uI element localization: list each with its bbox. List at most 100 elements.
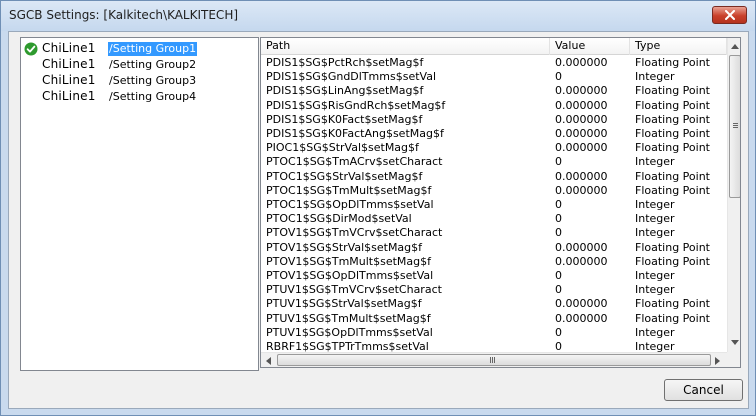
table-row[interactable]: PTOC1$SG$StrVal$setMag$f 0.000000 Floating… (261, 170, 727, 184)
tree-item-group: /Setting Group3 (109, 74, 197, 87)
value-cell: 0.000000 (555, 141, 608, 155)
table-row[interactable]: RBRF1$SG$TPTrTmms$setVal 0 Integer (261, 340, 727, 352)
type-cell: Floating Point (635, 127, 710, 140)
value-cell: 0 (555, 269, 562, 282)
tree-item-setting-group1[interactable]: ChiLine1 /Setting Group1 (21, 41, 257, 57)
table-row[interactable]: PDIS1$SG$GndDlTmms$setVal 0 Integer (261, 70, 727, 84)
table-row[interactable]: PTUV1$SG$OpDlTmms$setVal 0 Integer (261, 326, 727, 340)
window-title: SGCB Settings: [Kalkitech\KALKITECH] (9, 8, 239, 22)
grid-rows: PDIS1$SG$PctRch$setMag$f 0.000000 Floating… (261, 56, 727, 352)
close-button[interactable] (712, 6, 747, 24)
table-row[interactable]: PTOV1$SG$StrVal$setMag$f 0.000000 Floating… (261, 241, 727, 255)
table-row[interactable]: PDIS1$SG$PctRch$setMag$f 0.000000 Floating… (261, 56, 727, 70)
table-row[interactable]: PTOV1$SG$TmVCrv$setCharact 0 Integer (261, 226, 727, 240)
tree-item-setting-group4[interactable]: ChiLine1 /Setting Group4 (21, 89, 257, 105)
horizontal-scrollbar[interactable] (261, 352, 727, 367)
type-cell: Floating Point (635, 112, 710, 126)
table-row[interactable]: PDIS1$SG$K0FactAng$setMag$f 0.000000 Float… (261, 127, 727, 141)
column-header-path[interactable]: Path (261, 38, 550, 55)
dialog-client-area: ChiLine1 /Setting Group1 ChiLine1 /Setti… (8, 31, 749, 409)
path-cell: PTOC1$SG$StrVal$setMag$f (266, 169, 423, 183)
path-cell: RBRF1$SG$TPTrTmms$setVal (266, 340, 429, 352)
path-cell: PTOC1$SG$TmMult$setMag$f (266, 183, 432, 197)
table-row[interactable]: PTOC1$SG$DirMod$setVal 0 Integer (261, 212, 727, 226)
column-header-type[interactable]: Type (630, 38, 727, 55)
type-cell: Integer (635, 325, 675, 339)
type-cell: Floating Point (635, 311, 710, 325)
tree-item-name: ChiLine1 (42, 41, 96, 55)
table-row[interactable]: PDIS1$SG$K0Fact$setMag$f 0.000000 Floating… (261, 113, 727, 127)
type-cell: Floating Point (635, 98, 710, 112)
table-row[interactable]: PIOC1$SG$StrVal$setMag$f 0.000000 Floating… (261, 141, 727, 155)
grip-line (492, 357, 493, 363)
tree-item-setting-group2[interactable]: ChiLine1 /Setting Group2 (21, 57, 257, 73)
value-cell: 0.000000 (555, 254, 608, 268)
type-cell: Floating Point (635, 141, 710, 155)
table-row[interactable]: PTUV1$SG$TmVCrv$setCharact 0 Integer (261, 283, 727, 297)
path-cell: PTUV1$SG$TmVCrv$setCharact (266, 283, 442, 297)
value-cell: 0.000000 (555, 297, 608, 311)
path-cell: PTOV1$SG$StrVal$setMag$f (266, 240, 423, 254)
scroll-left-icon[interactable] (265, 357, 271, 365)
tree-item-group: /Setting Group4 (109, 90, 197, 103)
path-cell: PDIS1$SG$K0FactAng$setMag$f (266, 127, 444, 140)
table-row[interactable]: PTOC1$SG$TmACrv$setCharact 0 Integer (261, 155, 727, 169)
tree-item-group: /Setting Group2 (109, 58, 197, 71)
type-cell: Integer (635, 155, 675, 169)
tree-item-name: ChiLine1 (42, 73, 96, 87)
path-cell: PTUV1$SG$StrVal$setMag$f (266, 297, 422, 311)
type-cell: Floating Point (635, 240, 710, 254)
cancel-button[interactable]: Cancel (664, 379, 743, 401)
path-cell: PDIS1$SG$PctRch$setMag$f (266, 56, 424, 69)
table-row[interactable]: PTOV1$SG$TmMult$setMag$f 0.000000 Floating… (261, 255, 727, 269)
value-cell: 0 (555, 198, 562, 211)
path-cell: PDIS1$SG$RisGndRch$setMag$f (266, 98, 446, 112)
table-row[interactable]: PTOC1$SG$TmMult$setMag$f 0.000000 Floating… (261, 184, 727, 198)
value-cell: 0.000000 (555, 98, 608, 112)
path-cell: PDIS1$SG$GndDlTmms$setVal (266, 70, 436, 84)
setting-group-tree[interactable]: ChiLine1 /Setting Group1 ChiLine1 /Setti… (20, 37, 259, 371)
value-cell: 0 (555, 70, 562, 84)
type-cell: Floating Point (635, 56, 710, 69)
type-cell: Floating Point (635, 183, 710, 197)
grip-line (490, 357, 491, 363)
table-row[interactable]: PTUV1$SG$TmMult$setMag$f 0.000000 Floating… (261, 312, 727, 326)
horizontal-scroll-thumb[interactable] (277, 354, 711, 366)
type-cell: Integer (635, 226, 675, 240)
type-cell: Integer (635, 198, 675, 211)
close-icon (724, 10, 735, 20)
sgcb-settings-window: SGCB Settings: [Kalkitech\KALKITECH] Chi… (0, 0, 756, 416)
path-cell: PTOV1$SG$TmVCrv$setCharact (266, 226, 443, 240)
vertical-scroll-thumb[interactable] (729, 55, 740, 198)
title-bar[interactable]: SGCB Settings: [Kalkitech\KALKITECH] (1, 1, 755, 31)
value-cell: 0 (555, 325, 562, 339)
table-row[interactable]: PTOV1$SG$OpDlTmms$setVal 0 Integer (261, 269, 727, 283)
tree-item-setting-group3[interactable]: ChiLine1 /Setting Group3 (21, 73, 257, 89)
path-cell: PIOC1$SG$StrVal$setMag$f (266, 141, 419, 155)
value-cell: 0.000000 (555, 84, 608, 98)
table-row[interactable]: PTUV1$SG$StrVal$setMag$f 0.000000 Floating… (261, 297, 727, 311)
table-row[interactable]: PTOC1$SG$OpDlTmms$setVal 0 Integer (261, 198, 727, 212)
column-header-value[interactable]: Value (550, 38, 630, 55)
value-cell: 0 (555, 226, 562, 240)
scrollbar-corner (727, 352, 740, 367)
path-cell: PTOV1$SG$TmMult$setMag$f (266, 254, 432, 268)
path-cell: PTOC1$SG$TmACrv$setCharact (266, 155, 443, 169)
value-cell: 0.000000 (555, 183, 608, 197)
scroll-up-icon[interactable] (731, 43, 739, 49)
type-cell: Floating Point (635, 297, 710, 311)
check-circle-icon (24, 42, 38, 56)
grip-line (733, 123, 738, 124)
settings-grid[interactable]: Path Value Type PDIS1$SG$PctRch$setMag$f… (260, 37, 741, 368)
vertical-scrollbar[interactable] (727, 38, 740, 352)
path-cell: PDIS1$SG$K0Fact$setMag$f (266, 112, 423, 126)
type-cell: Integer (635, 283, 675, 297)
value-cell: 0.000000 (555, 169, 608, 183)
scroll-down-icon[interactable] (731, 340, 739, 346)
path-cell: PDIS1$SG$LinAng$setMag$f (266, 84, 424, 98)
table-row[interactable]: PDIS1$SG$RisGndRch$setMag$f 0.000000 Float… (261, 99, 727, 113)
table-row[interactable]: PDIS1$SG$LinAng$setMag$f 0.000000 Floating… (261, 84, 727, 98)
grip-line (733, 125, 738, 126)
value-cell: 0 (555, 340, 562, 352)
scroll-right-icon[interactable] (715, 357, 721, 365)
